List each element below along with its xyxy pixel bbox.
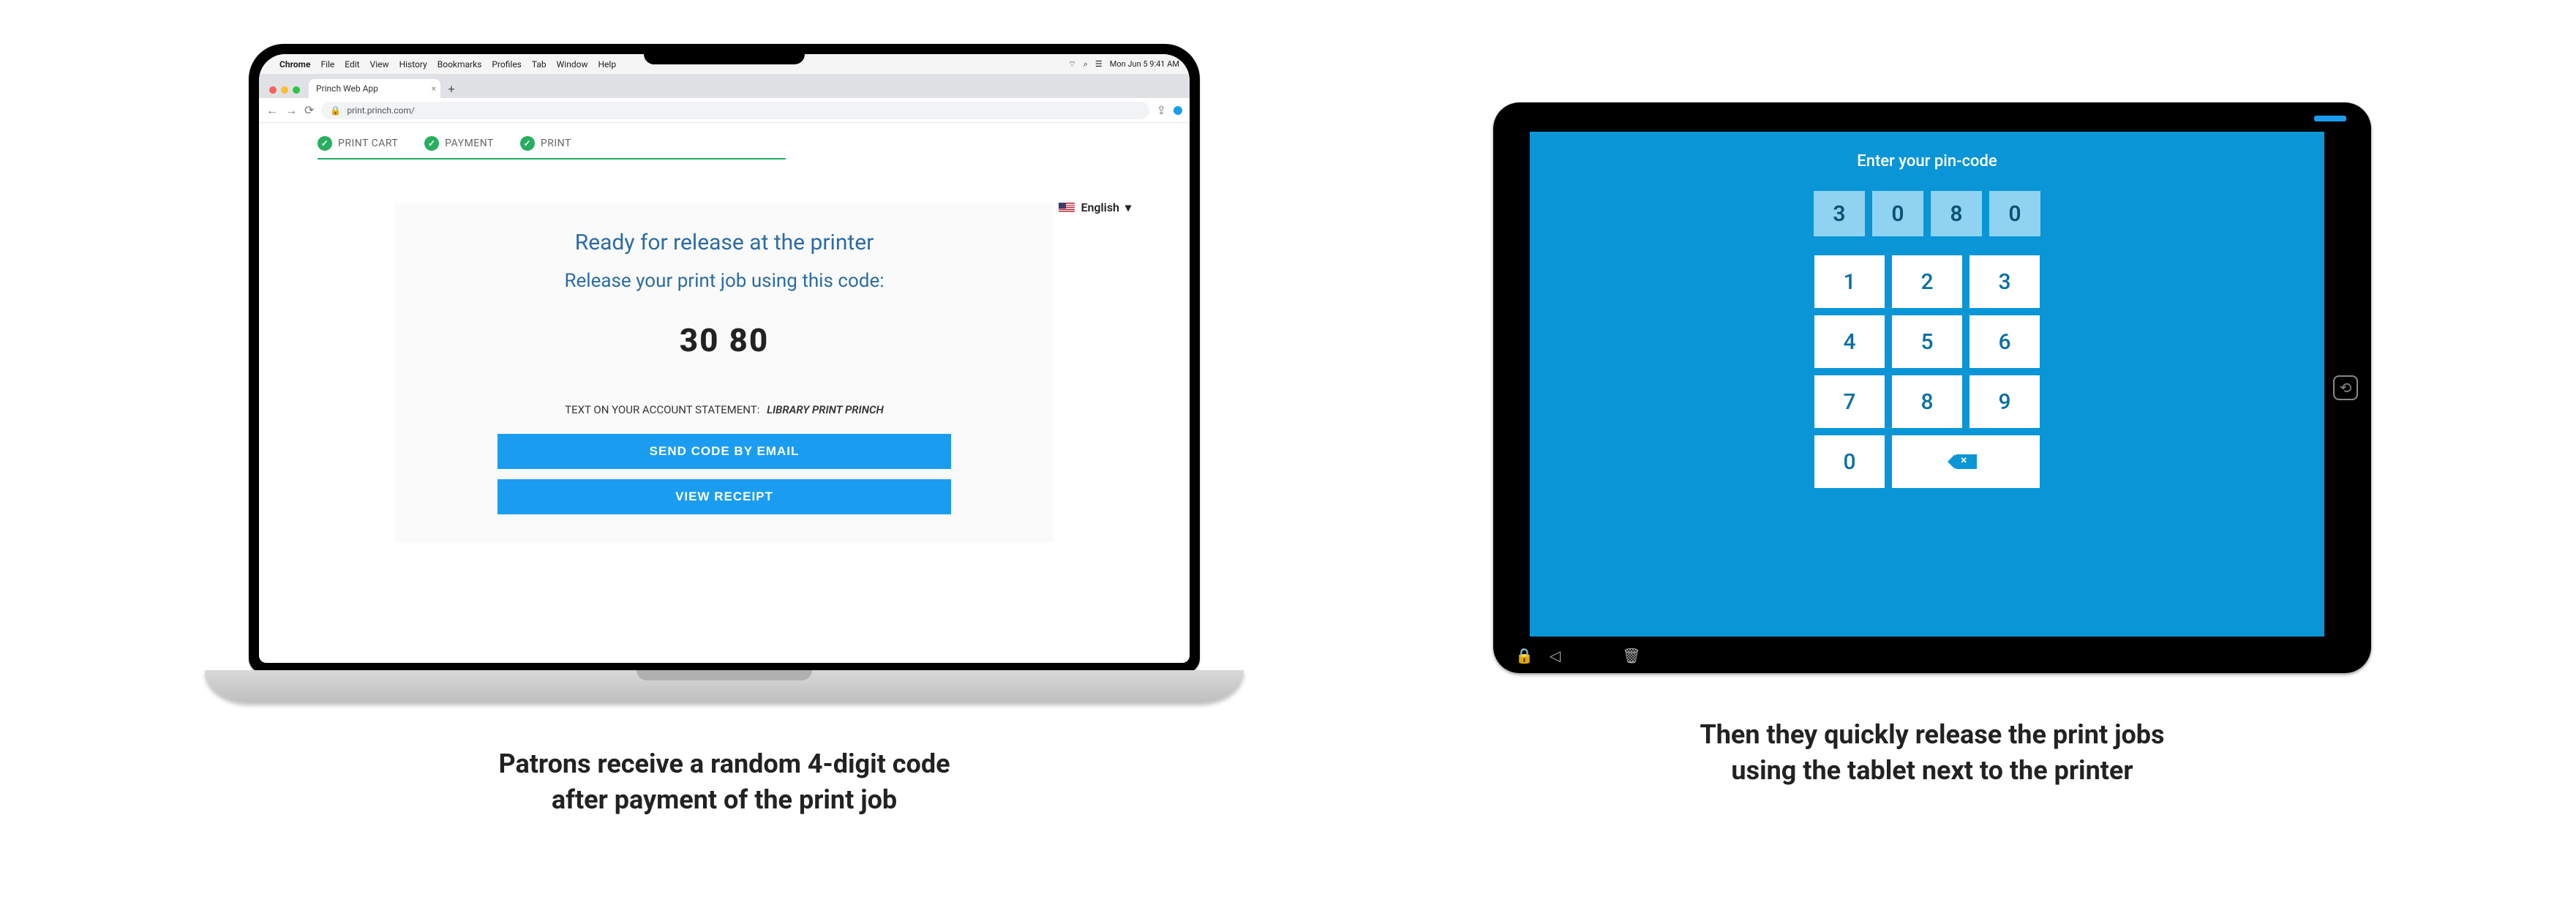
- address-bar[interactable]: 🔒 print.princh.com/: [321, 102, 1149, 119]
- tablet-mockup: ⟲ 🔒 ◁ 🗑 Enter your pin-code 3 0 8 0 1 2: [1493, 102, 2371, 673]
- menubar-item[interactable]: View: [370, 59, 389, 70]
- menubar-item[interactable]: History: [399, 59, 427, 70]
- card-subhead: Release your print job using this code:: [413, 270, 1036, 292]
- pin-title: Enter your pin-code: [1857, 152, 1997, 170]
- nav-reload-icon[interactable]: ⟳: [304, 103, 314, 117]
- laptop-notch: [644, 44, 805, 64]
- menubar-item[interactable]: Edit: [345, 59, 359, 70]
- pin-digit: 0: [1872, 191, 1923, 236]
- tab-close-icon[interactable]: ×: [432, 83, 436, 94]
- keypad-key-4[interactable]: 4: [1814, 315, 1885, 368]
- browser-tab-strip: Princh Web App × +: [259, 75, 1190, 98]
- keypad-key-3[interactable]: 3: [1969, 255, 2040, 308]
- statement-line: TEXT ON YOUR ACCOUNT STATEMENT: LIBRARY …: [413, 403, 1036, 416]
- release-code: 30 80: [413, 321, 1036, 359]
- keypad-key-9[interactable]: 9: [1969, 375, 2040, 428]
- step-print-cart: ✓ PRINT CART: [318, 136, 398, 151]
- menubar-item[interactable]: Bookmarks: [438, 59, 482, 70]
- step-print: ✓ PRINT: [520, 136, 571, 151]
- wifi-icon: ⌔: [1068, 59, 1075, 70]
- pin-digit: 0: [1989, 191, 2040, 236]
- control-center-icon: ☰: [1095, 59, 1103, 69]
- share-icon[interactable]: ⇪: [1157, 103, 1166, 117]
- nav-back-icon[interactable]: ←: [266, 103, 278, 118]
- send-code-email-button[interactable]: SEND CODE BY EMAIL: [497, 434, 951, 469]
- browser-tab[interactable]: Princh Web App ×: [309, 79, 440, 98]
- nav-forward-icon[interactable]: →: [285, 103, 297, 118]
- us-flag-icon: [1059, 203, 1075, 213]
- menubar-item[interactable]: Help: [598, 59, 616, 70]
- keypad-key-7[interactable]: 7: [1814, 375, 1885, 428]
- caption-right: Then they quickly release the print jobs…: [1700, 717, 2164, 788]
- laptop-base: [205, 670, 1244, 702]
- keypad-key-5[interactable]: 5: [1892, 315, 1962, 368]
- back-nav-icon[interactable]: ◁: [1550, 647, 1561, 664]
- backspace-icon: [1955, 454, 1977, 469]
- keypad-key-6[interactable]: 6: [1969, 315, 2040, 368]
- step-payment: ✓ PAYMENT: [424, 136, 494, 151]
- check-icon: ✓: [318, 136, 332, 151]
- keypad: 1 2 3 4 5 6 7 8 9 0: [1814, 255, 2040, 488]
- keypad-key-8[interactable]: 8: [1892, 375, 1962, 428]
- tablet-accent-icon: [2314, 116, 2346, 121]
- window-minimize-icon[interactable]: [281, 86, 288, 94]
- pin-entry-screen: Enter your pin-code 3 0 8 0 1 2 3 4 5 6 …: [1530, 132, 2324, 637]
- check-icon: ✓: [520, 136, 535, 151]
- view-receipt-button[interactable]: VIEW RECEIPT: [497, 479, 951, 514]
- new-tab-button[interactable]: +: [443, 80, 459, 97]
- url-text: print.princh.com/: [347, 105, 414, 116]
- pin-digit: 8: [1931, 191, 1982, 236]
- pin-display: 3 0 8 0: [1814, 191, 2040, 236]
- menubar-app-name: Chrome: [279, 59, 310, 70]
- caption-left: Patrons receive a random 4-digit code af…: [498, 746, 950, 817]
- check-icon: ✓: [424, 136, 439, 151]
- keypad-key-1[interactable]: 1: [1814, 255, 1885, 308]
- keypad-key-0[interactable]: 0: [1814, 435, 1885, 488]
- search-icon: ⌕: [1084, 59, 1088, 70]
- menubar-item[interactable]: File: [320, 59, 334, 70]
- lock-nav-icon[interactable]: 🔒: [1515, 647, 1533, 664]
- chevron-down-icon: ▾: [1125, 200, 1131, 214]
- keypad-key-2[interactable]: 2: [1892, 255, 1962, 308]
- menubar-item[interactable]: Profiles: [492, 59, 522, 70]
- lock-icon: 🔒: [330, 105, 341, 116]
- browser-toolbar: ← → ⟳ 🔒 print.princh.com/ ⇪: [259, 98, 1190, 123]
- rotate-icon[interactable]: ⟲: [2333, 375, 2358, 400]
- progress-steps: ✓ PRINT CART ✓ PAYMENT ✓ PRINT: [318, 130, 786, 159]
- keypad-backspace[interactable]: [1892, 435, 2040, 488]
- tab-title: Princh Web App: [316, 83, 378, 94]
- card-headline: Ready for release at the printer: [413, 230, 1036, 255]
- laptop-mockup: Chrome File Edit View History Bookmarks …: [205, 44, 1244, 702]
- language-selector[interactable]: English ▾: [1059, 200, 1131, 214]
- profile-avatar-icon[interactable]: [1174, 106, 1182, 115]
- menubar-item[interactable]: Window: [557, 59, 588, 70]
- menubar-clock: Mon Jun 5 9:41 AM: [1110, 59, 1179, 69]
- menubar-item[interactable]: Tab: [532, 59, 547, 70]
- android-navbar: 🔒 ◁ 🗑: [1515, 647, 1641, 664]
- pin-digit: 3: [1814, 191, 1865, 236]
- window-close-icon[interactable]: [269, 86, 277, 94]
- delete-nav-icon[interactable]: 🗑: [1622, 647, 1640, 664]
- release-card: Ready for release at the printer Release…: [395, 203, 1054, 542]
- window-zoom-icon[interactable]: [293, 86, 300, 94]
